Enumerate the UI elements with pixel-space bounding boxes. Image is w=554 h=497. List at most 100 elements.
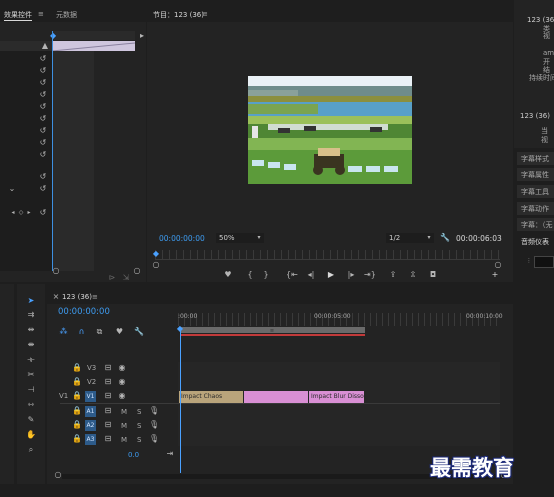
nest-icon[interactable]: ⁂ bbox=[59, 327, 68, 337]
lock-icon[interactable]: 🔒 bbox=[72, 363, 82, 373]
timeline-settings-icon[interactable]: 🔧 bbox=[134, 327, 144, 337]
microphone-icon[interactable]: 🎙 bbox=[149, 434, 159, 444]
expand-right-icon[interactable]: ▸ bbox=[139, 31, 145, 41]
program-monitor-title[interactable]: 节目：123 (36) bbox=[153, 10, 204, 20]
close-icon[interactable]: × bbox=[52, 292, 60, 302]
rate-stretch-icon[interactable]: ⟛ bbox=[26, 355, 36, 365]
lift-icon[interactable]: ⇪ bbox=[388, 270, 398, 280]
add-marker-icon[interactable]: ♥ bbox=[115, 327, 124, 337]
reset-icon[interactable]: ↺ bbox=[39, 90, 47, 100]
lock-icon[interactable]: 🔒 bbox=[72, 391, 82, 401]
mute-button[interactable]: M bbox=[121, 422, 127, 430]
solo-button[interactable]: S bbox=[137, 408, 141, 416]
timeline-timecode[interactable]: 00:00:00:00 bbox=[58, 307, 110, 317]
reset-icon[interactable]: ↺ bbox=[39, 114, 47, 124]
slip-icon[interactable]: ⊣ bbox=[26, 385, 36, 395]
program-current-timecode[interactable]: 00:00:00:00 bbox=[159, 234, 205, 243]
wrench-icon[interactable]: 🔧 bbox=[440, 233, 450, 243]
keyframe-add-icon[interactable]: ◇ bbox=[18, 208, 24, 218]
step-back-icon[interactable]: ◂| bbox=[306, 270, 316, 280]
source-track-v1[interactable]: V1 bbox=[59, 392, 68, 400]
extract-icon[interactable]: ⇫ bbox=[408, 270, 418, 280]
zoom-handle-right[interactable]: ○ bbox=[133, 266, 141, 276]
playhead-icon[interactable]: ◆ bbox=[152, 249, 160, 259]
sync-lock-icon[interactable]: ⊟ bbox=[104, 406, 112, 416]
step-forward-icon[interactable]: |▸ bbox=[346, 270, 356, 280]
menu-item-title-none[interactable]: 字幕：（无 bbox=[521, 220, 553, 230]
go-to-out-icon[interactable]: ⇥} bbox=[364, 270, 376, 280]
sync-lock-icon[interactable]: ⊟ bbox=[104, 420, 112, 430]
export-icon[interactable]: ⇲ bbox=[121, 273, 131, 283]
master-volume[interactable]: 0.0 bbox=[128, 451, 139, 459]
add-marker-icon[interactable]: ♥ bbox=[224, 270, 232, 280]
sync-lock-icon[interactable]: ⊟ bbox=[104, 434, 112, 444]
tab-effect-controls[interactable]: 效果控件 bbox=[4, 10, 32, 21]
reset-icon[interactable]: ↺ bbox=[39, 66, 47, 76]
go-to-in-icon[interactable]: {⇤ bbox=[286, 270, 298, 280]
collapse-up-icon[interactable]: ▲ bbox=[41, 41, 49, 51]
mark-out-icon[interactable]: } bbox=[262, 270, 270, 280]
mute-button[interactable]: M bbox=[121, 408, 127, 416]
sync-lock-icon[interactable]: ⊟ bbox=[104, 363, 112, 373]
reset-icon[interactable]: ↺ bbox=[39, 208, 47, 218]
filter-icon[interactable]: ⊳ bbox=[108, 273, 116, 283]
tab-menu-icon[interactable]: ≡ bbox=[38, 10, 44, 18]
rolling-edit-icon[interactable]: ⇼ bbox=[26, 340, 36, 350]
lock-icon[interactable]: 🔒 bbox=[72, 406, 82, 416]
scrub-bar[interactable] bbox=[155, 250, 500, 259]
clip-impact-chaos[interactable]: Impact Chaos bbox=[179, 391, 243, 403]
track-target-a1[interactable]: A1 bbox=[85, 406, 96, 417]
clip-impact-blur-dissolve[interactable]: Impact Blur Disso bbox=[309, 391, 364, 403]
reset-icon[interactable]: ↺ bbox=[39, 102, 47, 112]
reset-icon[interactable]: ↺ bbox=[39, 54, 47, 64]
linked-selection-icon[interactable]: ⧉ bbox=[95, 327, 104, 337]
slide-icon[interactable]: ⇿ bbox=[26, 400, 36, 410]
keyframe-prev-icon[interactable]: ◂ bbox=[10, 208, 16, 218]
reset-icon[interactable]: ↺ bbox=[39, 150, 47, 160]
reset-icon[interactable]: ↺ bbox=[39, 172, 47, 182]
clip-middle[interactable] bbox=[244, 391, 308, 403]
microphone-icon[interactable]: 🎙 bbox=[149, 406, 159, 416]
lock-icon[interactable]: 🔒 bbox=[72, 434, 82, 444]
menu-item-title-styles[interactable]: 字幕样式 bbox=[521, 154, 549, 164]
tab-metadata[interactable]: 元数据 bbox=[56, 10, 77, 20]
sync-lock-icon[interactable]: ⊟ bbox=[104, 377, 112, 387]
mute-button[interactable]: M bbox=[121, 436, 127, 444]
reset-icon[interactable]: ↺ bbox=[39, 138, 47, 148]
sync-lock-icon[interactable]: ⊟ bbox=[104, 391, 112, 401]
track-target-a3[interactable]: A3 bbox=[85, 434, 96, 445]
pen-icon[interactable]: ✎ bbox=[26, 415, 36, 425]
reset-icon[interactable]: ↺ bbox=[39, 126, 47, 136]
add-button-icon[interactable]: + bbox=[490, 270, 500, 280]
playhead-marker-icon[interactable]: ◆ bbox=[50, 31, 56, 41]
mark-in-icon[interactable]: { bbox=[246, 270, 254, 280]
lock-icon[interactable]: 🔒 bbox=[72, 377, 82, 387]
play-icon[interactable]: ▶ bbox=[326, 270, 336, 280]
panel-menu-icon[interactable]: ≡ bbox=[202, 10, 208, 18]
timeline-tab[interactable]: 123 (36) bbox=[62, 293, 92, 301]
playhead-handle[interactable]: ○ bbox=[152, 260, 160, 270]
to-end-icon[interactable]: ⇥ bbox=[166, 449, 174, 459]
hand-icon[interactable]: ✋ bbox=[26, 430, 36, 440]
menu-item-title-properties[interactable]: 字幕属性 bbox=[521, 170, 549, 180]
razor-icon[interactable]: ✂ bbox=[26, 370, 36, 380]
dropdown-icon[interactable]: ⌄ bbox=[8, 184, 16, 194]
menu-item-title-actions[interactable]: 字幕动作 bbox=[521, 204, 549, 214]
microphone-icon[interactable]: 🎙 bbox=[149, 420, 159, 430]
menu-item-title-tools[interactable]: 字幕工具 bbox=[521, 187, 549, 197]
menu-item-audio-meters[interactable]: 音频仪表 bbox=[521, 237, 549, 247]
track-select-icon[interactable]: ⇉ bbox=[26, 310, 36, 320]
eye-icon[interactable]: ◉ bbox=[118, 363, 126, 373]
camera-icon[interactable]: ◘ bbox=[428, 270, 438, 280]
playhead-handle-right[interactable]: ○ bbox=[494, 260, 502, 270]
snap-icon[interactable]: ∩ bbox=[77, 327, 86, 337]
lock-icon[interactable]: 🔒 bbox=[72, 420, 82, 430]
ripple-edit-icon[interactable]: ⇹ bbox=[26, 325, 36, 335]
solo-button[interactable]: S bbox=[137, 422, 141, 430]
scroll-handle-left[interactable]: ○ bbox=[54, 470, 62, 480]
reset-icon[interactable]: ↺ bbox=[39, 184, 47, 194]
solo-button[interactable]: S bbox=[137, 436, 141, 444]
zoom-handle-left[interactable]: ○ bbox=[52, 266, 60, 276]
timeline-menu-icon[interactable]: ≡ bbox=[92, 293, 98, 301]
zoom-icon[interactable]: ⌕ bbox=[26, 445, 36, 455]
